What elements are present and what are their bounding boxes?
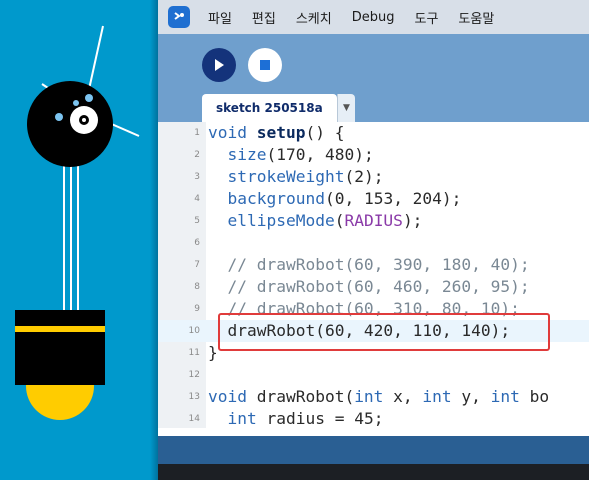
code-line: 4 background(0, 153, 204); <box>158 188 589 210</box>
line-number: 10 <box>188 326 200 336</box>
code-editor[interactable]: 1 void setup() { 2 size(170, 480); 3 str… <box>158 122 589 428</box>
robot-pupil-highlight <box>82 118 86 122</box>
processing-logo-icon <box>168 6 190 28</box>
line-number: 9 <box>194 304 200 314</box>
code-line: 7 // drawRobot(60, 390, 180, 40); <box>158 254 589 276</box>
menu-bar: 파일 편집 스케치 Debug 도구 도움말 <box>158 0 589 34</box>
line-number: 13 <box>188 392 200 402</box>
code-line: 3 strokeWeight(2); <box>158 166 589 188</box>
highlight-annotation-box <box>218 313 550 351</box>
code-line: 13 void drawRobot(int x, int y, int bo <box>158 386 589 408</box>
line-number: 5 <box>194 216 200 226</box>
play-icon <box>215 59 224 71</box>
robot-stripe <box>15 326 105 332</box>
code-line: 12 <box>158 364 589 386</box>
robot-head <box>27 81 113 167</box>
processing-ide-window: 파일 편집 스케치 Debug 도구 도움말 sketch 250518a ▼ … <box>158 0 589 480</box>
code-text: size(170, 480); <box>227 145 374 164</box>
menu-edit[interactable]: 편집 <box>252 8 276 27</box>
line-number: 11 <box>188 348 200 358</box>
line-number: 6 <box>194 238 200 248</box>
code-text: void setup() { <box>208 123 345 142</box>
console-panel <box>158 464 589 480</box>
code-line: 8 // drawRobot(60, 460, 260, 95); <box>158 276 589 298</box>
code-text: ellipseMode(RADIUS); <box>227 211 423 230</box>
toolbar <box>158 34 589 94</box>
robot-head-dot-1 <box>55 113 63 121</box>
run-button[interactable] <box>202 48 236 82</box>
editor-bottom-edge <box>158 428 589 436</box>
line-number: 8 <box>194 282 200 292</box>
code-line: 6 <box>158 232 589 254</box>
sketch-output-canvas <box>0 0 170 480</box>
menu-debug[interactable]: Debug <box>352 10 395 25</box>
robot-head-dot-3 <box>73 100 79 106</box>
code-text: strokeWeight(2); <box>227 167 384 186</box>
line-number: 4 <box>194 194 200 204</box>
code-line: 2 size(170, 480); <box>158 144 589 166</box>
line-number: 2 <box>194 150 200 160</box>
code-text: int radius = 45; <box>227 409 384 428</box>
code-text: background(0, 153, 204); <box>227 189 462 208</box>
tab-menu-button[interactable]: ▼ <box>337 94 355 122</box>
stop-button[interactable] <box>248 48 282 82</box>
code-text: } <box>208 343 218 362</box>
tab-sketch[interactable]: sketch 250518a <box>202 94 337 122</box>
robot-head-dot-2 <box>85 94 93 102</box>
menu-help[interactable]: 도움말 <box>458 8 494 27</box>
triangle-down-icon: ▼ <box>343 103 350 113</box>
window-shadow <box>150 0 158 480</box>
line-number: 1 <box>194 128 200 138</box>
menu-sketch[interactable]: 스케치 <box>296 8 332 27</box>
line-number: 7 <box>194 260 200 270</box>
line-number: 3 <box>194 172 200 182</box>
menu-file[interactable]: 파일 <box>208 8 232 27</box>
tab-bar: sketch 250518a ▼ <box>158 94 589 122</box>
code-comment: // drawRobot(60, 460, 260, 95); <box>208 277 530 296</box>
code-comment: // drawRobot(60, 390, 180, 40); <box>208 255 530 274</box>
menu-tools[interactable]: 도구 <box>415 8 439 27</box>
status-bar <box>158 436 589 464</box>
code-line: 14 int radius = 45; <box>158 408 589 428</box>
code-text: void drawRobot(int x, int y, int bo <box>208 387 550 406</box>
robot-body <box>15 310 105 385</box>
code-line: 5 ellipseMode(RADIUS); <box>158 210 589 232</box>
stop-icon <box>260 60 270 70</box>
line-number: 12 <box>188 370 200 380</box>
line-number: 14 <box>188 414 200 424</box>
robot-drawing <box>15 25 140 420</box>
code-line: 1 void setup() { <box>158 122 589 144</box>
